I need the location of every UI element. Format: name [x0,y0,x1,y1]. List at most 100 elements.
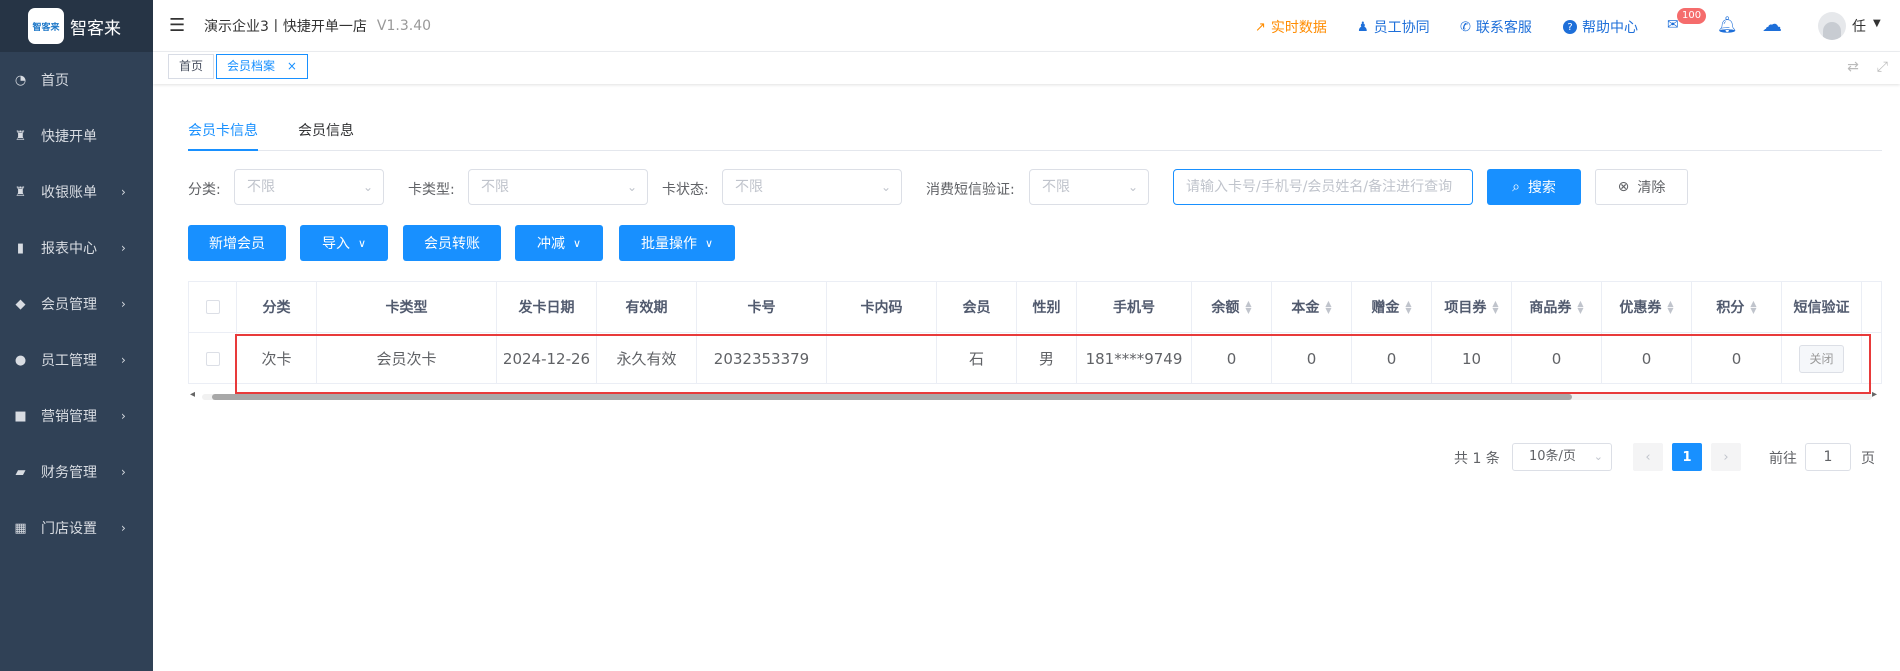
column-header-category: 分类 [237,282,317,332]
horizontal-scrollbar[interactable]: ◂ ▸ [188,389,1882,401]
cell-validity: 永久有效 [597,333,697,383]
column-header-principal[interactable]: 本金 ▲ ▼ [1272,282,1352,332]
search-button[interactable]: ⌕ 搜索 [1487,169,1581,205]
clear-button-label: 清除 [1637,180,1666,196]
tab-home[interactable]: 首页 [168,54,215,79]
bell-icon[interactable]: 🔔︎ [1717,15,1737,34]
scroll-thumb[interactable] [212,394,1572,400]
realtime-data-link[interactable]: ↗ 实时数据 [1255,17,1327,37]
prev-page-button[interactable]: ‹ [1633,443,1663,471]
page-size-value: 10条/页 [1529,449,1576,464]
sort-icon[interactable]: ▲ ▼ [1667,300,1673,315]
help-center-label: 帮助中心 [1582,20,1638,36]
column-header-gender: 性别 [1017,282,1077,332]
clear-button[interactable]: ⊗ 清除 [1595,169,1688,205]
sidebar-item-label: 首页 [41,73,69,89]
user-name[interactable]: 任 [1852,16,1866,36]
card-type-select[interactable]: 不限 ⌄ [468,169,648,205]
briefcase-icon: ■ [14,408,27,424]
close-icon[interactable]: × [287,59,297,73]
column-header-bonus[interactable]: 赠金 ▲ ▼ [1352,282,1432,332]
column-header-goods-coupon[interactable]: 商品券 ▲ ▼ [1512,282,1602,332]
scroll-left-icon[interactable]: ◂ [190,389,195,400]
help-center-link[interactable]: ? 帮助中心 [1563,17,1638,37]
tab-member-file[interactable]: 会员档案 × [216,54,308,79]
add-member-button[interactable]: 新增会员 [188,225,286,261]
sidebar-item-staff-management[interactable]: ● 员工管理 › [0,332,153,388]
sms-verify-select[interactable]: 不限 ⌄ [1029,169,1149,205]
sidebar-item-finance-management[interactable]: ▰ 财务管理 › [0,444,153,500]
chevron-right-icon: › [121,521,126,535]
column-header-label: 项目券 [1444,300,1487,316]
column-header-validity: 有效期 [597,282,697,332]
card-status-select[interactable]: 不限 ⌄ [722,169,902,205]
chevron-down-icon: ∨ [357,236,367,250]
column-header-label: 本金 [1291,300,1320,316]
caret-down-icon[interactable]: ▼ [1873,18,1881,29]
column-header-label: 性别 [1032,300,1061,316]
fullscreen-icon[interactable]: ⤢ [1877,59,1888,75]
contact-service-link[interactable]: ✆ 联系客服 [1460,17,1532,37]
sidebar-item-report-center[interactable]: ▮ 报表中心 › [0,220,153,276]
avatar[interactable] [1818,12,1846,40]
sort-icon[interactable]: ▲ ▼ [1750,300,1756,315]
offset-button[interactable]: 冲减 ∨ [515,225,603,261]
sort-icon[interactable]: ▲ ▼ [1245,300,1251,315]
card-type-select-value: 不限 [481,179,509,195]
sidebar-item-quick-order[interactable]: ♜ 快捷开单 [0,108,153,164]
member-card-table: 分类 卡类型 发卡日期 有效期 卡号 卡内码 会员 性别 手机号 余额 ▲ ▼ 本金 ▲ ▼ 赠金 ▲ ▼ 项目券 ▲… [188,281,1882,384]
chevron-right-icon: › [121,465,126,479]
sidebar-item-home[interactable]: ◔ 首页 [0,52,153,108]
sort-icon[interactable]: ▲ ▼ [1405,300,1411,315]
sort-icon[interactable]: ▲ ▼ [1577,300,1583,315]
scroll-right-icon[interactable]: ▸ [1872,389,1877,400]
help-icon: ? [1563,20,1577,34]
cell-points: 0 [1692,333,1782,383]
staff-collab-link[interactable]: ♟ 员工协同 [1357,17,1430,37]
column-header-project-coupon[interactable]: 项目券 ▲ ▼ [1432,282,1512,332]
tab-member-info[interactable]: 会员信息 [298,111,354,151]
page-number[interactable]: 1 [1672,443,1702,471]
page-size-select[interactable]: 10条/页 ⌄ [1512,443,1612,471]
chevron-right-icon: › [1723,449,1729,465]
next-page-button[interactable]: › [1711,443,1741,471]
sidebar-item-store-settings[interactable]: ▦ 门店设置 › [0,500,153,556]
subtabs: 会员卡信息 会员信息 [188,111,1882,151]
column-header-member: 会员 [937,282,1017,332]
column-header-points[interactable]: 积分 ▲ ▼ [1692,282,1782,332]
user-icon: ● [14,352,27,368]
import-button[interactable]: 导入 ∨ [300,225,388,261]
goto-page-input[interactable]: 1 [1805,443,1851,471]
chevron-right-icon: › [121,297,126,311]
sidebar-item-member-management[interactable]: ◆ 会员管理 › [0,276,153,332]
column-header-label: 会员 [962,300,991,316]
sidebar-item-marketing-management[interactable]: ■ 营销管理 › [0,388,153,444]
sms-status-badge[interactable]: 关闭 [1799,344,1844,373]
column-header-balance[interactable]: 余额 ▲ ▼ [1192,282,1272,332]
batch-operation-button[interactable]: 批量操作 ∨ [619,225,735,261]
company-name: 演示企业3丨快捷开单一店 [204,18,367,35]
table-row[interactable]: 次卡 会员次卡 2024-12-26 永久有效 2032353379 石男 181****9… [189,333,1881,383]
select-all-checkbox[interactable] [205,300,220,314]
sort-icon[interactable]: ▲ ▼ [1492,300,1498,315]
sidebar-item-cashier-bills[interactable]: ♜ 收银账单 › [0,164,153,220]
total-count: 共 1 条 [1454,451,1500,467]
refresh-icon[interactable]: ⇄ [1847,59,1859,75]
cloud-icon[interactable]: ☁ [1762,12,1782,36]
tab-card-info[interactable]: 会员卡信息 [188,111,258,151]
column-header-inner-code: 卡内码 [827,282,937,332]
search-input[interactable] [1173,169,1473,205]
pagination: 共 1 条 10条/页 ⌄ ‹ 1 › 前往 1 页 [188,443,1882,471]
row-checkbox[interactable] [205,351,220,366]
menu-toggle-icon[interactable]: ☰ [169,15,189,36]
column-header-label: 余额 [1211,300,1240,316]
cell-phone: 181****9749 [1077,333,1192,383]
member-transfer-button[interactable]: 会员转账 [403,225,501,261]
column-header-discount-coupon[interactable]: 优惠券 ▲ ▼ [1602,282,1692,332]
category-select[interactable]: 不限 ⌄ [234,169,384,205]
chevron-right-icon: › [121,409,126,423]
sort-icon[interactable]: ▲ ▼ [1325,300,1331,315]
money-bag-icon: ♜ [14,184,27,200]
column-header-label: 有效期 [625,300,668,316]
cell-card-type: 会员次卡 [317,333,497,383]
